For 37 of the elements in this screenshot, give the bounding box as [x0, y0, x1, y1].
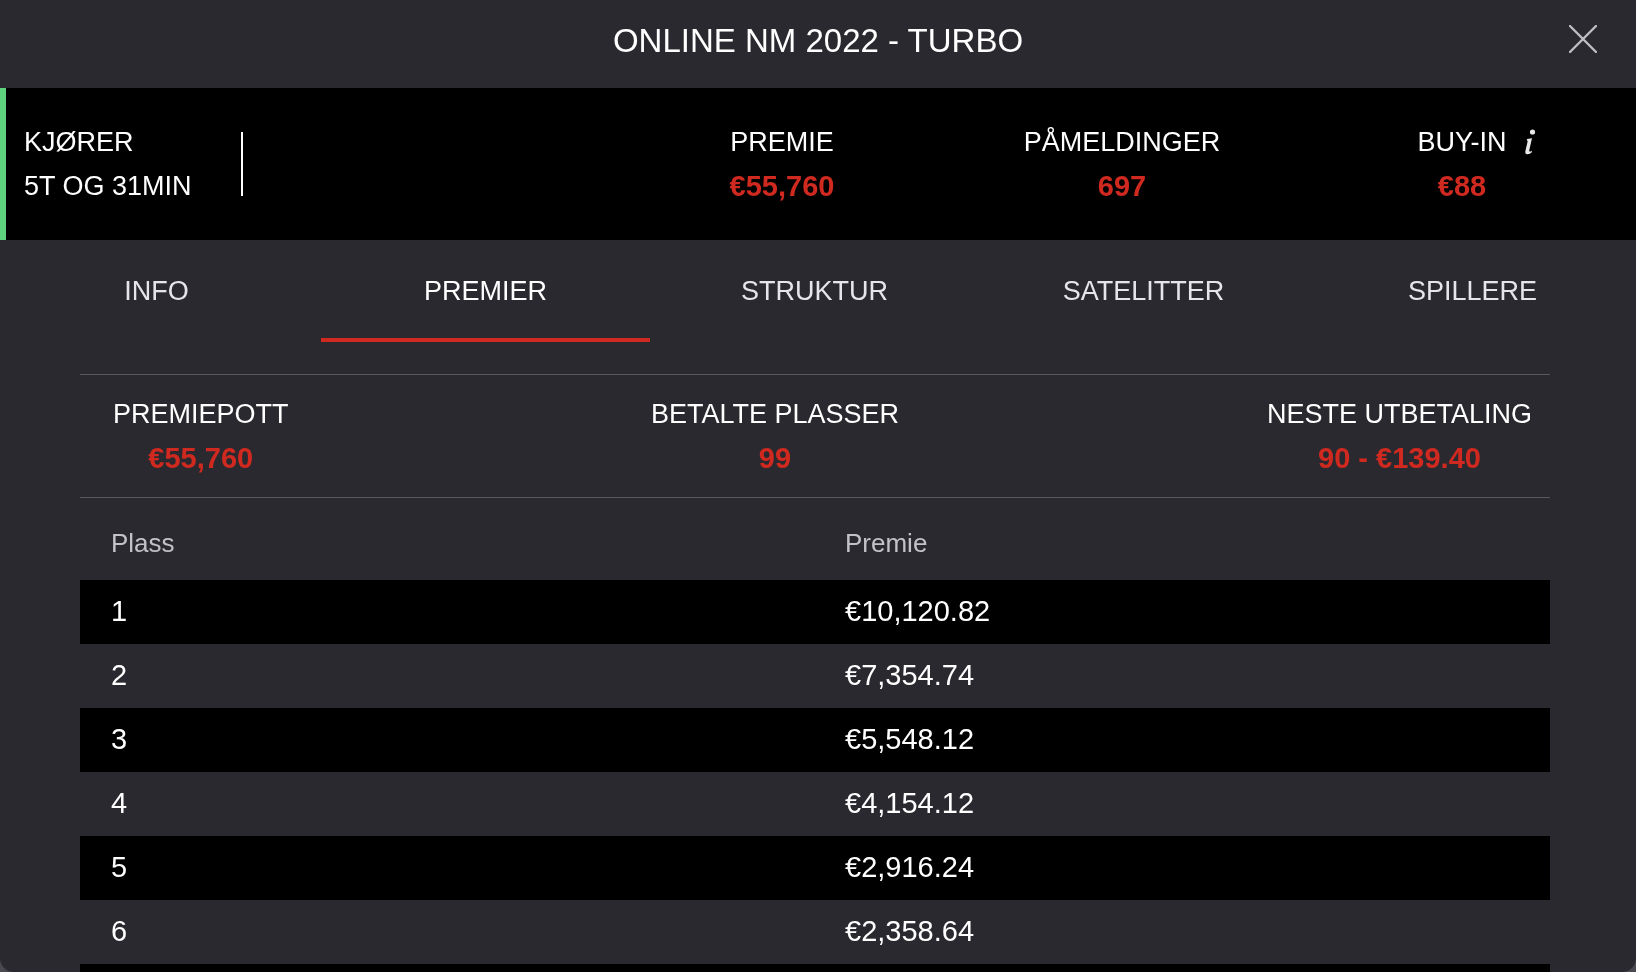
stat-label: PÅMELDINGER	[1023, 126, 1221, 159]
table-cell: 4	[111, 787, 128, 820]
stat-label: BUY-IN	[1417, 126, 1507, 159]
table-cell: €2,358.64	[845, 915, 974, 948]
stat-value: 697	[1097, 169, 1147, 204]
table-cell: €2,916.24	[845, 851, 974, 884]
table-cell: €7,354.74	[845, 659, 974, 692]
summary-value: €55,760	[148, 441, 254, 476]
status-label: KJØRER	[24, 126, 135, 159]
table-cell: €5,548.12	[845, 723, 974, 756]
table-cell: €4,154.12	[845, 787, 974, 820]
column-header: Premie	[845, 527, 928, 558]
summary-label: PREMIEPOTT	[113, 398, 289, 431]
tab[interactable]: SPILLERE	[1308, 240, 1636, 342]
stat-value: €55,760	[729, 169, 835, 204]
table-cell: €10,120.82	[845, 595, 991, 628]
window-title: ONLINE NM 2022 - TURBO	[612, 23, 1024, 57]
table-cell: 2	[111, 659, 128, 692]
tab[interactable]: PREMIER	[321, 240, 650, 342]
close-icon	[1569, 25, 1597, 53]
summary-value: 90 - €139.40	[1318, 441, 1481, 476]
stat-label: PREMIE	[730, 126, 834, 159]
table-cell: 6	[111, 915, 128, 948]
close-button[interactable]	[1568, 24, 1598, 54]
stat-value: €88	[1437, 169, 1487, 204]
time-remaining: 5T OG 31MIN	[24, 170, 192, 203]
summary-label: NESTE UTBETALING	[1266, 398, 1532, 431]
summary-value: 99	[758, 441, 792, 476]
tab[interactable]: INFO	[0, 240, 321, 342]
table-cell: 1	[111, 595, 128, 628]
tab[interactable]: STRUKTUR	[650, 240, 979, 342]
column-header: Plass	[111, 527, 175, 558]
tab[interactable]: SATELITTER	[979, 240, 1308, 342]
info-icon[interactable]	[1522, 129, 1537, 155]
summary-label: BETALTE PLASSER	[650, 398, 900, 431]
table-cell: 5	[111, 851, 128, 884]
table-cell: 3	[111, 723, 128, 756]
